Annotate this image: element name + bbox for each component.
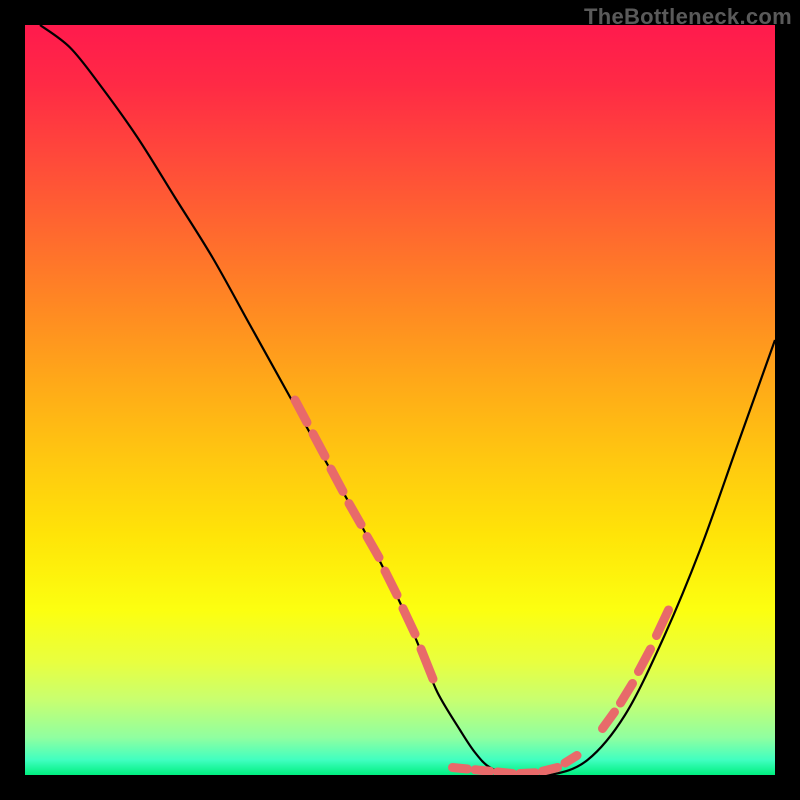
curve-svg bbox=[25, 25, 775, 775]
dash-segment bbox=[349, 504, 361, 525]
dash-segment bbox=[331, 469, 343, 492]
dash-segment bbox=[453, 768, 468, 770]
dash-segments bbox=[295, 400, 669, 774]
dash-segment bbox=[295, 400, 307, 423]
dash-segment bbox=[313, 434, 325, 457]
dash-segment bbox=[475, 770, 490, 772]
dash-segment bbox=[385, 571, 397, 595]
dash-segment bbox=[403, 609, 415, 635]
watermark-label: TheBottleneck.com bbox=[584, 4, 792, 30]
dash-segment bbox=[498, 772, 513, 774]
plot-area bbox=[25, 25, 775, 775]
dash-segment bbox=[421, 649, 433, 679]
dash-segment bbox=[520, 773, 535, 774]
chart-container: TheBottleneck.com bbox=[0, 0, 800, 800]
dash-segment bbox=[621, 684, 633, 704]
bottleneck-curve bbox=[40, 25, 775, 775]
dash-segment bbox=[543, 768, 558, 772]
dash-segment bbox=[603, 712, 615, 729]
dash-segment bbox=[367, 537, 379, 558]
dash-segment bbox=[565, 756, 577, 764]
